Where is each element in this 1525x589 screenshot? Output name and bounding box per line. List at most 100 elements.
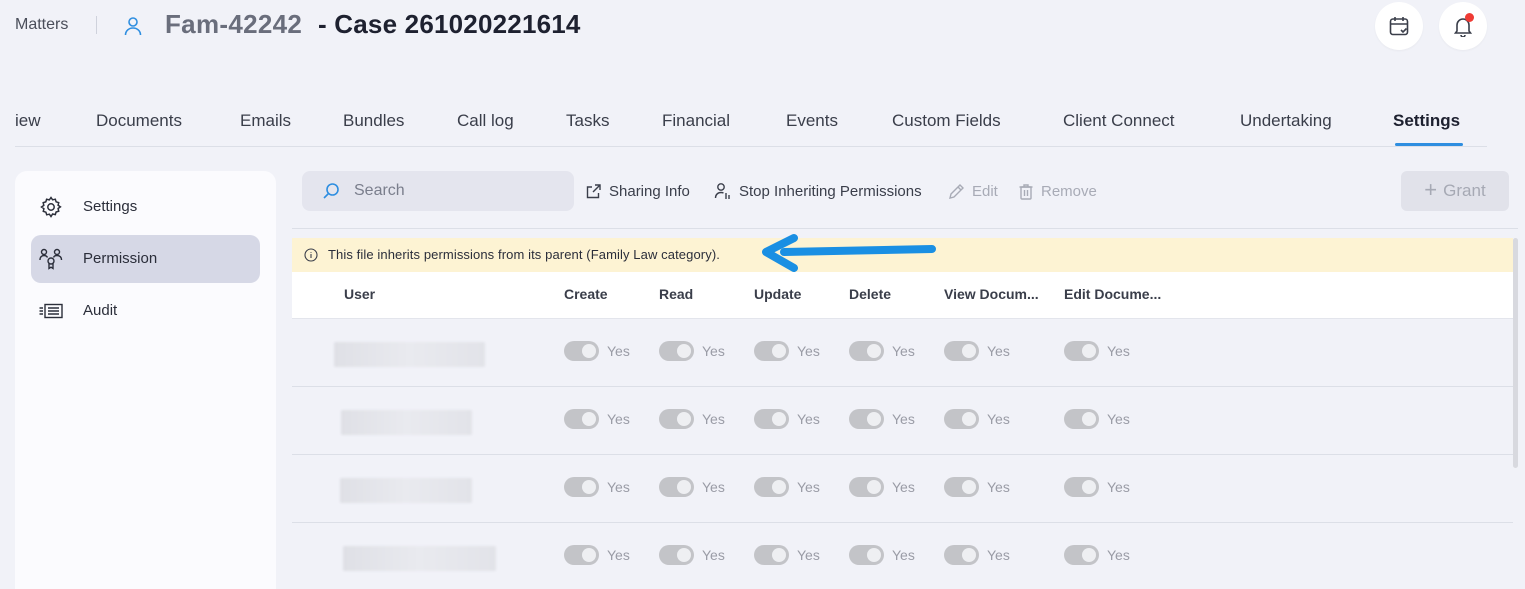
permissions-table-header: User Create Read Update Delete View Docu… [292, 272, 1513, 319]
toolbar-divider [292, 228, 1518, 229]
permission-value: Yes [1107, 479, 1130, 495]
tab-custom-fields[interactable]: Custom Fields [892, 111, 1001, 131]
gear-icon [40, 196, 62, 218]
tab-events[interactable]: Events [786, 111, 838, 131]
edit-label: Edit [972, 182, 998, 200]
search-input[interactable] [354, 179, 554, 203]
permission-toggle[interactable] [564, 545, 599, 565]
permission-toggle[interactable] [849, 409, 884, 429]
tab-emails[interactable]: Emails [240, 111, 291, 131]
column-header-create[interactable]: Create [564, 286, 608, 302]
column-header-view-documents[interactable]: View Docum... [944, 286, 1039, 302]
permission-toggle[interactable] [754, 477, 789, 497]
info-icon [304, 248, 318, 262]
permission-value: Yes [607, 411, 630, 427]
matter-code: Fam-42242 [165, 9, 303, 39]
tab-undertaking[interactable]: Undertaking [1240, 111, 1332, 131]
permission-toggle[interactable] [659, 409, 694, 429]
permission-value: Yes [607, 547, 630, 563]
permission-toggle[interactable] [849, 545, 884, 565]
user-lock-icon [714, 183, 730, 199]
table-row: Yes Yes Yes Yes Yes Yes [292, 523, 1513, 589]
permission-value: Yes [987, 343, 1010, 359]
search-icon [323, 183, 339, 199]
sidebar-item-label: Settings [83, 198, 138, 215]
column-header-edit-documents[interactable]: Edit Docume... [1064, 286, 1161, 302]
user-name-redacted [341, 410, 472, 435]
permission-toggle[interactable] [754, 545, 789, 565]
grant-button[interactable]: + Grant [1401, 171, 1509, 211]
tab-call-log[interactable]: Call log [457, 111, 514, 131]
edit-button[interactable]: Edit [948, 181, 998, 201]
stop-inheriting-permissions-button[interactable]: Stop Inheriting Permissions [714, 181, 922, 201]
permission-toggle[interactable] [754, 409, 789, 429]
permission-toggle[interactable] [944, 477, 979, 497]
tab-overview[interactable]: iew [15, 111, 41, 131]
header: Matters Fam-42242 - Case 261020221614 [0, 0, 1525, 60]
permission-toggle[interactable] [564, 341, 599, 361]
permission-value: Yes [892, 411, 915, 427]
column-header-update[interactable]: Update [754, 286, 801, 302]
user-name-redacted [340, 478, 472, 503]
permission-toggle[interactable] [944, 341, 979, 361]
permission-toggle[interactable] [944, 545, 979, 565]
sidebar-item-label: Audit [83, 302, 118, 319]
tab-bundles[interactable]: Bundles [343, 111, 404, 131]
tab-tasks[interactable]: Tasks [566, 111, 609, 131]
table-scrollbar[interactable] [1513, 238, 1518, 468]
permission-value: Yes [1107, 547, 1130, 563]
calendar-button[interactable] [1375, 2, 1423, 50]
permission-toggle[interactable] [944, 409, 979, 429]
tab-documents[interactable]: Documents [96, 111, 182, 131]
audit-list-icon [39, 303, 63, 319]
users-permission-icon [39, 248, 63, 270]
tab-financial[interactable]: Financial [662, 111, 730, 131]
permission-value: Yes [702, 411, 725, 427]
trash-icon [1019, 183, 1033, 200]
banner-text: This file inherits permissions from its … [328, 247, 720, 262]
remove-label: Remove [1041, 182, 1097, 200]
notification-dot [1465, 13, 1474, 22]
column-header-delete[interactable]: Delete [849, 286, 891, 302]
permission-value: Yes [702, 343, 725, 359]
permission-toggle[interactable] [849, 477, 884, 497]
tab-settings[interactable]: Settings [1393, 111, 1460, 131]
user-name-redacted [343, 546, 496, 571]
remove-button[interactable]: Remove [1018, 181, 1097, 201]
sidebar-item-audit[interactable]: Audit [31, 287, 260, 335]
permission-toggle[interactable] [564, 477, 599, 497]
permission-toggle[interactable] [1064, 477, 1099, 497]
permission-value: Yes [987, 479, 1010, 495]
permission-toggle[interactable] [1064, 409, 1099, 429]
stop-inheriting-label: Stop Inheriting Permissions [739, 182, 922, 200]
matter-tabs: iew Documents Emails Bundles Call log Ta… [15, 96, 1487, 147]
permission-toggle[interactable] [754, 341, 789, 361]
annotation-arrow-icon [762, 234, 936, 272]
tab-client-connect[interactable]: Client Connect [1063, 111, 1175, 131]
permission-toggle[interactable] [849, 341, 884, 361]
breadcrumb-matters[interactable]: Matters [15, 16, 68, 34]
permission-toggle[interactable] [659, 341, 694, 361]
permission-value: Yes [607, 343, 630, 359]
permission-value: Yes [1107, 411, 1130, 427]
sharing-info-button[interactable]: Sharing Info [585, 181, 690, 201]
table-row: Yes Yes Yes Yes Yes Yes [292, 387, 1513, 455]
column-header-read[interactable]: Read [659, 286, 693, 302]
sidebar-item-permission[interactable]: Permission [31, 235, 260, 283]
permission-value: Yes [797, 547, 820, 563]
notifications-button[interactable] [1439, 2, 1487, 50]
permission-toggle[interactable] [564, 409, 599, 429]
permission-toggle[interactable] [659, 545, 694, 565]
plus-icon: + [1424, 177, 1438, 202]
sidebar-item-settings[interactable]: Settings [31, 183, 260, 231]
person-icon [124, 17, 142, 36]
permission-toggle[interactable] [1064, 545, 1099, 565]
permission-toggle[interactable] [1064, 341, 1099, 361]
matter-title: - Case 261020221614 [318, 9, 581, 39]
user-name-redacted [334, 342, 485, 367]
column-header-user[interactable]: User [344, 286, 375, 302]
sharing-info-label: Sharing Info [609, 182, 690, 200]
permission-toggle[interactable] [659, 477, 694, 497]
permission-value: Yes [892, 547, 915, 563]
grant-label: Grant [1443, 181, 1486, 200]
